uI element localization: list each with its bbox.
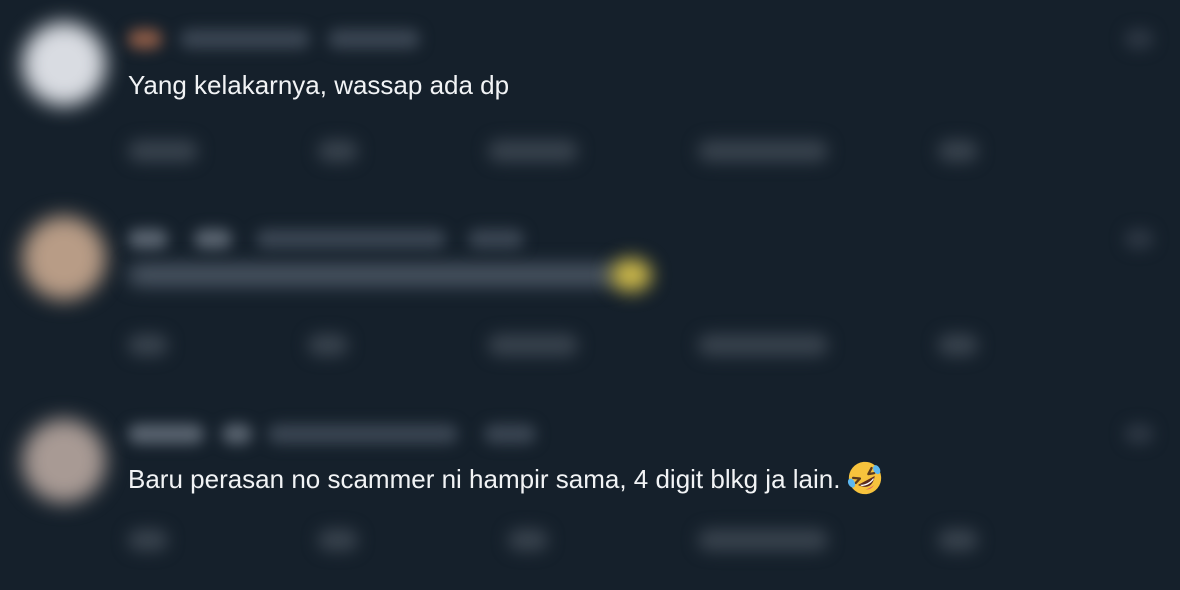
- reply-header-blurred: [128, 421, 588, 447]
- views-icon[interactable]: [698, 140, 828, 162]
- like-icon[interactable]: [508, 529, 548, 551]
- avatar[interactable]: [22, 22, 106, 106]
- more-options-icon[interactable]: [1124, 28, 1154, 50]
- reply-text-content: Baru perasan no scammer ni hampir sama, …: [128, 464, 841, 494]
- avatar[interactable]: [22, 216, 106, 300]
- reply-text: Baru perasan no scammer ni hampir sama, …: [128, 461, 884, 500]
- reply-header-blurred: [128, 226, 588, 252]
- views-icon[interactable]: [698, 334, 828, 356]
- emoji-blurred: [610, 258, 652, 292]
- more-options-icon[interactable]: [1124, 228, 1154, 250]
- bookmark-icon[interactable]: [938, 140, 978, 162]
- reply-item[interactable]: Baru perasan no scammer ni hampir sama, …: [0, 395, 1180, 590]
- more-options-icon[interactable]: [1124, 423, 1154, 445]
- repost-icon[interactable]: [318, 529, 358, 551]
- like-icon[interactable]: [488, 334, 578, 356]
- reply-icon[interactable]: [128, 529, 168, 551]
- reply-icon[interactable]: [128, 334, 168, 356]
- reply-feed: Yang kelakarnya, wassap ada dp Baru pera…: [0, 0, 1180, 590]
- reply-icon[interactable]: [128, 140, 198, 162]
- reply-text: Yang kelakarnya, wassap ada dp: [128, 70, 510, 100]
- reply-actions-blurred: [128, 523, 1008, 557]
- rolling-on-the-floor-laughing-icon: [848, 461, 882, 495]
- repost-icon[interactable]: [308, 334, 348, 356]
- repost-icon[interactable]: [318, 140, 358, 162]
- avatar[interactable]: [22, 419, 106, 503]
- bookmark-icon[interactable]: [938, 529, 978, 551]
- reply-actions-blurred: [128, 134, 1008, 168]
- reply-header-blurred: [128, 26, 588, 52]
- reply-item[interactable]: [0, 200, 1180, 395]
- reply-actions-blurred: [128, 328, 1008, 362]
- reply-text-blurred: [128, 264, 618, 286]
- views-icon[interactable]: [698, 529, 828, 551]
- bookmark-icon[interactable]: [938, 334, 978, 356]
- like-icon[interactable]: [488, 140, 578, 162]
- reply-item[interactable]: Yang kelakarnya, wassap ada dp: [0, 0, 1180, 200]
